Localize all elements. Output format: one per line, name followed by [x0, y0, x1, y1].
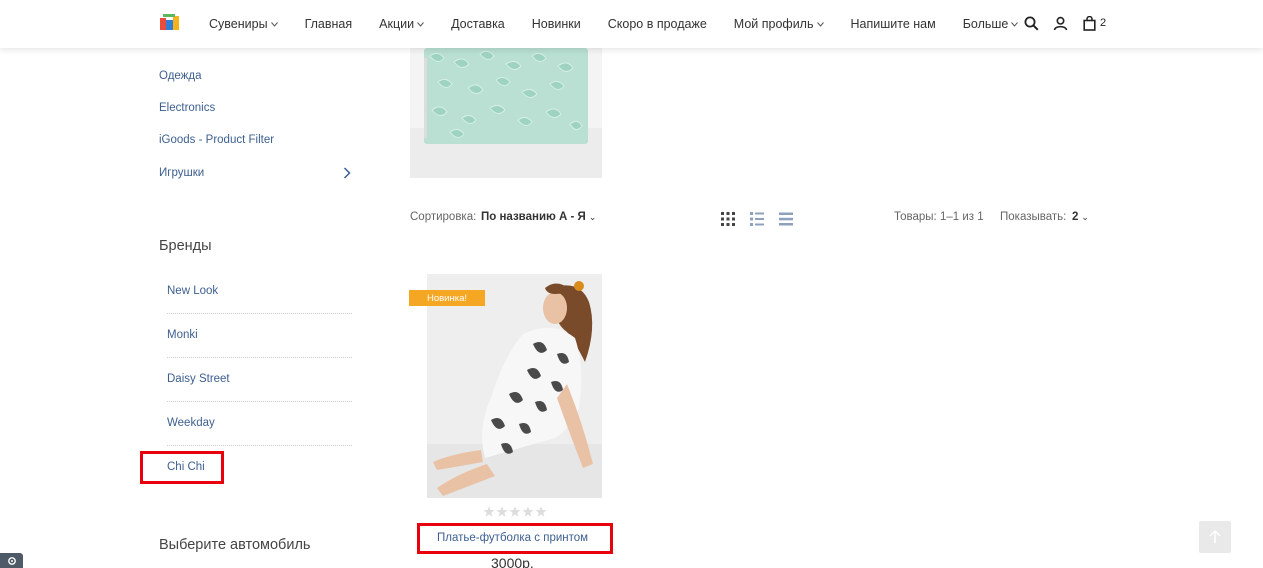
- cart-count: 2: [1100, 17, 1107, 29]
- chevron-right-icon[interactable]: [343, 166, 351, 182]
- chevron-down-icon: ⌄: [588, 212, 597, 222]
- brand-monki[interactable]: Monki: [167, 329, 198, 341]
- nav-item-0[interactable]: Сувениры: [209, 17, 278, 31]
- arrow-up-icon: [1209, 530, 1221, 543]
- brand-divider: [167, 313, 352, 314]
- chevron-down-icon: [1011, 19, 1019, 29]
- new-badge: Новинка!: [409, 290, 485, 306]
- product-image-dress[interactable]: [427, 274, 602, 498]
- chevron-down-icon: [816, 19, 824, 29]
- nav-item-label: Напишите нам: [850, 17, 936, 31]
- nav-item-1[interactable]: Главная: [305, 17, 353, 31]
- site-logo[interactable]: [160, 14, 180, 32]
- nav-item-label: Главная: [304, 17, 353, 31]
- brand-daisy-street[interactable]: Daisy Street: [167, 373, 230, 385]
- star-icon: [509, 506, 521, 517]
- sidebar-category-igoods[interactable]: iGoods - Product Filter: [159, 134, 274, 146]
- gear-icon: [7, 556, 16, 565]
- header-actions: 2: [1022, 14, 1106, 32]
- brand-divider: [167, 357, 352, 358]
- per-page-select[interactable]: 2 ⌄: [1072, 211, 1089, 223]
- per-page-label: Показывать:: [1000, 211, 1067, 223]
- nav-item-label: Больше: [962, 17, 1009, 31]
- star-icon: [522, 506, 534, 517]
- nav-item-label: Новинки: [531, 17, 581, 31]
- sidebar-category-clothing[interactable]: Одежда: [159, 70, 201, 82]
- nav-item-label: Доставка: [451, 17, 505, 31]
- nav-item-6[interactable]: Мой профиль: [734, 17, 824, 31]
- cart-icon[interactable]: [1080, 14, 1098, 32]
- chevron-down-icon: [270, 19, 278, 29]
- site-header: Сувениры Главная Акции Доставка Новинки Скоро…: [0, 0, 1263, 48]
- star-icon: [483, 506, 495, 517]
- brand-divider: [167, 401, 352, 402]
- nav-item-label: Мой профиль: [733, 17, 814, 31]
- nav-item-4[interactable]: Новинки: [532, 17, 581, 31]
- brand-new-look[interactable]: New Look: [167, 285, 218, 297]
- star-icon: [535, 506, 547, 517]
- brand-divider: [167, 445, 352, 446]
- nav-item-2[interactable]: Акции: [379, 17, 424, 31]
- highlight-box-brand: [140, 451, 224, 484]
- sort-select[interactable]: По названию А - Я ⌄: [481, 211, 596, 223]
- star-icon-row: [483, 506, 547, 517]
- nav-item-8[interactable]: Больше: [963, 17, 1019, 31]
- product-count: Товары: 1–1 из 1: [894, 211, 984, 223]
- per-page-value: 2: [1072, 211, 1079, 223]
- sidebar-category-electronics[interactable]: Electronics: [159, 102, 215, 114]
- search-icon[interactable]: [1022, 14, 1040, 32]
- list-view-icon[interactable]: [750, 212, 764, 226]
- chevron-down-icon: ⌄: [1081, 212, 1089, 222]
- nav-item-3[interactable]: Доставка: [451, 17, 505, 31]
- product-price: 3000р.: [491, 555, 534, 568]
- user-icon[interactable]: [1051, 14, 1069, 32]
- star-icon: [496, 506, 508, 517]
- rating-stars: [483, 506, 547, 521]
- car-selector-heading: Выберите автомобиль: [159, 537, 311, 553]
- product-image-bag[interactable]: [410, 48, 602, 178]
- grid-view-icon[interactable]: [721, 212, 735, 226]
- sort-label: Сортировка:: [410, 211, 477, 223]
- scroll-to-top-button[interactable]: [1199, 521, 1231, 553]
- brands-heading: Бренды: [159, 238, 212, 254]
- brand-weekday[interactable]: Weekday: [167, 417, 215, 429]
- nav-item-label: Сувениры: [209, 17, 268, 31]
- chevron-down-icon: [417, 19, 424, 29]
- highlight-box-product: [417, 523, 613, 554]
- main-nav: Сувениры Главная Акции Доставка Новинки Скоро…: [209, 0, 1045, 48]
- compact-list-view-icon[interactable]: [779, 212, 793, 226]
- nav-item-7[interactable]: Напишите нам: [851, 17, 936, 31]
- settings-button[interactable]: [0, 553, 23, 568]
- nav-item-label: Акции: [379, 17, 415, 31]
- sort-value: По названию А - Я: [481, 211, 586, 223]
- nav-item-label: Скоро в продаже: [607, 17, 707, 31]
- sidebar-category-toys[interactable]: Игрушки: [159, 167, 204, 179]
- nav-item-5[interactable]: Скоро в продаже: [608, 17, 707, 31]
